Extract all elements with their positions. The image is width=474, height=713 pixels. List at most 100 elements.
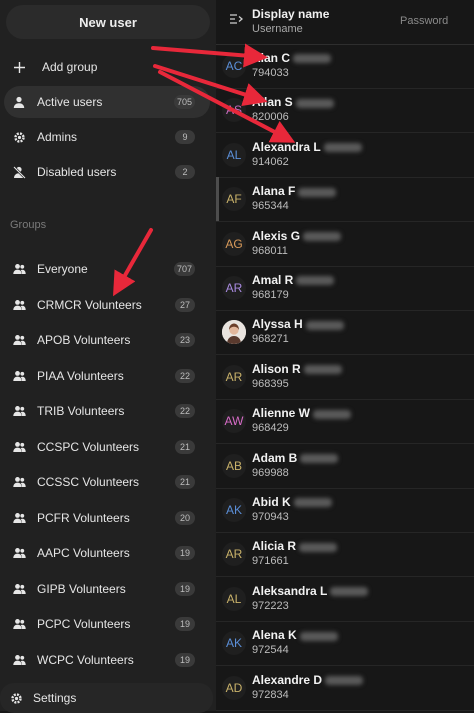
user-row[interactable]: AK Alena K 972544 [216,621,474,667]
redacted-text [296,276,335,286]
group-item[interactable]: Everyone 707 [4,253,210,285]
nav-active-users[interactable]: Active users 705 [4,86,210,118]
user-display-name: Alienne W [252,406,352,420]
avatar: AL [222,142,246,167]
group-item[interactable]: CCSPC Volunteers 21 [4,431,210,463]
user-list-panel: Display name Username Password AC Alan C 7… [216,0,474,711]
group-item[interactable]: APOB Volunteers 23 [4,324,210,356]
user-row[interactable]: AR Amal R 968179 [216,266,474,311]
user-display-name: Alana F [252,184,337,198]
group-item[interactable]: TRIB Volunteers 22 [4,395,210,427]
group-icon [12,404,26,418]
group-icon [12,369,26,383]
avatar: AR [222,364,246,389]
user-row[interactable]: AD Alexandre D 972834 [216,666,474,711]
user-display-name: Alexis G [252,229,342,243]
group-item[interactable]: GIPB Volunteers 19 [4,573,210,605]
group-icon [12,653,26,667]
user-username: 794033 [252,67,289,79]
group-label: PCPC Volunteers [37,617,131,631]
user-row[interactable]: AC Alan C 794033 [216,44,474,89]
user-display-name: Alena K [252,628,338,642]
nav-label: Admins [37,130,78,144]
user-row[interactable]: AB Adam B 969988 [216,444,474,489]
count-badge: 22 [175,368,195,383]
user-display-name: Alan C [252,51,332,65]
settings-label: Settings [33,691,77,705]
column-username[interactable]: Username [252,23,303,35]
user-row[interactable]: Alyssa H 968271 [216,310,474,356]
user-display-name: Aleksandra L [252,584,369,598]
user-username: 965344 [252,200,289,213]
nav-admins[interactable]: Admins 9 [4,121,210,153]
group-item[interactable]: PCPC Volunteers 19 [4,608,210,640]
redacted-text [303,231,342,241]
count-badge: 9 [175,130,195,144]
group-item[interactable]: AAPC Volunteers 19 [4,537,210,569]
user-username: 968011 [252,244,288,257]
redacted-text [299,542,338,552]
add-group-button[interactable]: Add group [4,51,210,83]
group-label: PCFR Volunteers [37,510,130,525]
avatar: AB [222,453,246,478]
user-row[interactable]: AW Alienne W 968429 [216,399,474,445]
count-badge: 21 [175,475,195,489]
group-label: TRIB Volunteers [37,404,125,418]
user-row[interactable]: AR Alicia R 971661 [216,532,474,578]
group-item[interactable]: WCPC Volunteers 19 [4,644,210,676]
user-username: 968429 [252,422,289,435]
group-icon [12,298,26,312]
settings-button[interactable]: Settings [0,683,213,713]
user-username: 968179 [252,289,289,301]
group-item[interactable]: CCSSC Volunteers 21 [4,466,210,498]
group-icon [12,546,26,560]
user-row[interactable]: AG Alexis G 968011 [216,222,474,267]
avatar: AR [222,542,246,567]
user-username: 972544 [252,644,289,657]
user-row[interactable]: AF Alana F 965344 [216,177,474,223]
disabled-user-icon [12,165,26,179]
count-badge: 19 [175,581,195,596]
user-display-name: Alyssa H [252,317,344,331]
group-item[interactable]: PCFR Volunteers 20 [4,502,210,534]
avatar: AD [222,675,246,700]
count-badge: 2 [175,165,195,179]
groups-heading: Groups [10,219,47,231]
redacted-text [300,453,339,463]
nav-label: Active users [37,95,103,109]
group-label: CCSPC Volunteers [37,439,140,454]
new-user-button[interactable]: New user [6,5,210,39]
group-icon [12,262,26,276]
count-badge: 20 [175,510,195,525]
group-item[interactable]: PIAA Volunteers 22 [4,360,210,392]
redacted-text [323,143,362,153]
user-display-name: Abid K [252,495,332,509]
group-icon [12,475,26,489]
group-item[interactable]: CRMCR Volunteers 27 [4,289,210,321]
user-row[interactable]: AL Aleksandra L 972223 [216,577,474,622]
redacted-text [295,98,334,108]
user-row[interactable]: AL Alexandra L 914062 [216,133,474,178]
group-icon [12,333,26,347]
redacted-text [303,365,342,375]
group-label: GIPB Volunteers [37,581,126,596]
user-username: 968271 [252,333,289,346]
user-display-name: Allan S [252,95,334,109]
user-display-name: Adam B [252,451,339,465]
gear-icon [12,130,26,144]
redacted-text [299,631,338,641]
user-row[interactable]: AK Abid K 970943 [216,488,474,533]
group-label: AAPC Volunteers [37,546,130,560]
avatar-photo [222,320,246,345]
redacted-text [305,320,344,330]
column-display-name[interactable]: Display name [252,7,329,21]
user-row[interactable]: AS Allan S 820006 [216,88,474,134]
nav-disabled-users[interactable]: Disabled users 2 [4,156,210,188]
sort-icon[interactable] [229,12,244,26]
redacted-text [313,409,352,419]
redacted-text [298,187,337,197]
column-password[interactable]: Password [400,15,448,27]
count-badge: 707 [173,262,195,276]
user-row[interactable]: AR Alison R 968395 [216,355,474,400]
avatar: AS [222,98,246,123]
